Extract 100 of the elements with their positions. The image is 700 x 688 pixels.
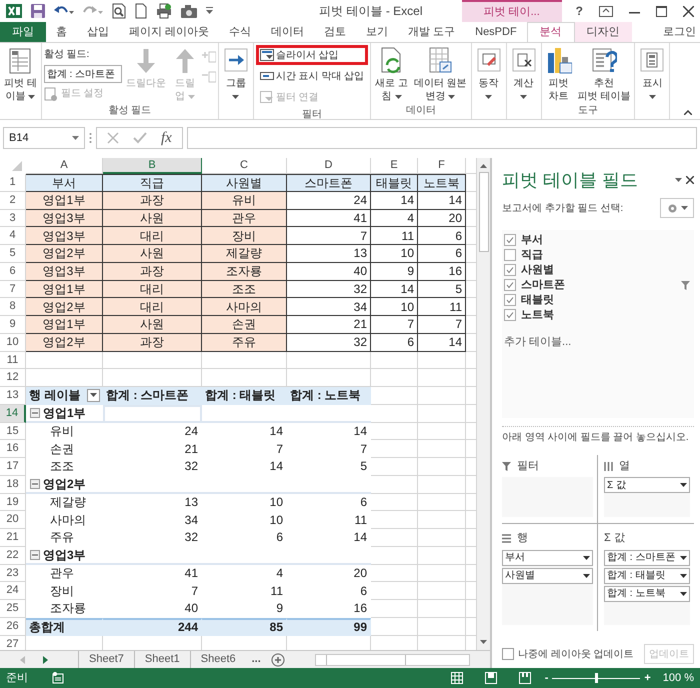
ribbon-tab[interactable]: 홈 [46,22,77,42]
row-header[interactable]: 25 [0,600,26,618]
horizontal-scrollbar[interactable] [314,654,470,666]
checked-checkbox-icon[interactable] [504,294,516,306]
checkbox-icon[interactable] [504,249,516,261]
ribbon-button[interactable]: 그룹 [220,45,251,103]
ribbon-button[interactable]: 계산 [508,45,539,103]
column-header[interactable]: B [103,158,202,174]
field-label[interactable]: 태블릿 [521,292,554,308]
row-header[interactable]: 14 [0,404,26,422]
column-header[interactable]: D [287,158,371,174]
vertical-scrollbar[interactable] [476,158,490,650]
row-header[interactable]: 12 [0,369,26,387]
close-icon[interactable] [683,6,694,16]
filter-dropdown-button[interactable] [87,388,100,402]
column-header[interactable]: C [202,158,287,174]
ribbon-button[interactable]: 추천 피벗 테이블 [576,45,632,103]
row-header[interactable]: 23 [0,564,26,582]
zoom-slider[interactable] [552,673,640,683]
field-chip[interactable]: 사원별 [502,568,593,584]
more-tables-link[interactable]: 추가 테이블... [504,334,690,350]
field-chip[interactable]: 부서 [502,550,593,566]
zoom-in-button[interactable]: + [644,670,651,686]
macro-record-icon[interactable] [52,672,64,684]
scroll-thumb[interactable] [478,172,488,252]
print-preview-icon[interactable] [112,3,126,19]
row-header[interactable]: 19 [0,494,26,512]
checked-checkbox-icon[interactable] [504,279,516,291]
page-layout-view-icon[interactable] [484,672,497,684]
new-document-icon[interactable] [135,3,147,19]
ribbon-tab[interactable]: 검토 [314,22,356,42]
field-label[interactable]: 부서 [521,232,543,248]
printer-icon[interactable] [156,3,172,19]
page-break-view-icon[interactable] [518,672,531,684]
ribbon-tab[interactable]: 데이터 [261,22,314,42]
checked-checkbox-icon[interactable] [504,234,516,246]
ribbon-button[interactable]: 데이터 원본 변경 [412,45,469,103]
checkbox-icon[interactable] [502,648,514,660]
ribbon-button[interactable]: 표시 [637,45,668,103]
collapse-field-button[interactable] [202,71,216,83]
ribbon-tab[interactable]: 파일 [0,22,46,42]
ribbon-tab[interactable]: 삽입 [77,22,119,42]
row-header[interactable]: 15 [0,422,26,440]
column-header[interactable]: E [371,158,418,174]
zoom-out-button[interactable]: - [544,670,548,686]
row-header[interactable]: 18 [0,476,26,494]
sign-in-link[interactable]: 로그인 [663,22,700,42]
next-sheet-icon[interactable] [43,656,48,664]
active-cell[interactable] [103,404,202,422]
ribbon-button[interactable]: 피벗 차트 [544,45,574,103]
save-icon[interactable] [31,4,45,18]
ribbon-button[interactable]: 피벗 테 이블 [2,45,39,103]
collapse-icon[interactable] [30,408,40,418]
row-header[interactable]: 20 [0,511,26,529]
ribbon-button[interactable]: 슬라이서 삽입 [256,45,368,65]
zoom-level[interactable]: 100 % [662,670,694,686]
collapse-ribbon-icon[interactable] [684,110,692,115]
row-header[interactable]: 11 [0,352,26,370]
field-label[interactable]: 노트북 [521,306,554,324]
add-sheet-icon[interactable] [270,652,285,666]
insert-function-button[interactable]: fx [161,126,172,150]
collapse-icon[interactable] [30,550,40,560]
check-icon[interactable] [133,132,147,144]
name-box[interactable]: B14 [3,127,85,149]
checked-checkbox-icon[interactable] [504,264,516,276]
ribbon-tab[interactable]: 페이지 레이아웃 [119,22,220,42]
row-header[interactable]: 21 [0,529,26,547]
row-header[interactable]: 22 [0,546,26,564]
field-label[interactable]: 사원별 [521,262,554,278]
zoom-thumb[interactable] [595,673,598,683]
field-chip[interactable]: Σ 값 [604,477,690,493]
more-sheets-button[interactable]: ... [252,651,261,668]
column-header[interactable]: A [26,158,103,174]
row-header[interactable]: 17 [0,458,26,476]
field-label[interactable]: 스마트폰 [521,276,565,294]
normal-view-icon[interactable] [450,672,463,684]
ribbon-tab[interactable]: 수식 [219,22,262,42]
ribbon-tab[interactable]: 개발 도구 [398,22,466,42]
ribbon-button[interactable]: 동작 [474,45,504,103]
formula-input[interactable] [186,127,697,149]
ribbon-tab[interactable]: 보기 [356,22,398,42]
ribbon-tab[interactable]: 분석 [526,22,575,42]
field-chip[interactable]: 합계 : 스마트폰 [604,550,690,566]
field-label[interactable]: 직급 [521,246,543,264]
ribbon-button[interactable]: 시간 표시 막대 삽입 [256,66,368,86]
field-chip[interactable]: 합계 : 태블릿 [604,568,690,584]
ribbon-tab[interactable]: NesPDF [465,22,527,42]
checked-checkbox-icon[interactable] [504,309,516,321]
collapse-icon[interactable] [30,478,40,489]
help-button[interactable]: ? [576,2,583,20]
row-header[interactable]: 24 [0,582,26,600]
maximize-icon[interactable] [656,6,667,16]
ribbon-button[interactable]: 새로 고 침 [373,45,410,103]
camera-icon[interactable] [181,4,197,18]
customize-caret-icon[interactable] [206,7,213,15]
row-header[interactable]: 16 [0,440,26,458]
ribbon-tab[interactable]: 디자인 [574,22,632,42]
close-icon[interactable] [686,176,694,184]
settings-button[interactable] [660,198,694,218]
column-header[interactable]: F [418,158,466,174]
